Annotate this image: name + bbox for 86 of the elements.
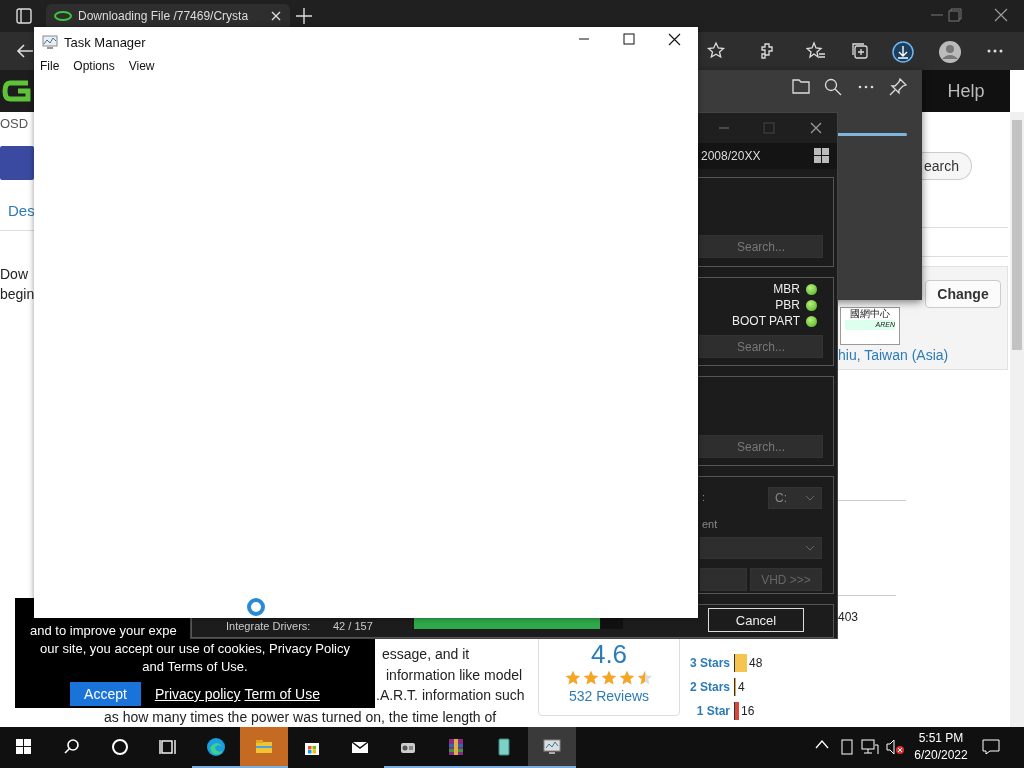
- change-button[interactable]: Change: [925, 280, 1001, 308]
- download-favicon-icon: [54, 10, 72, 21]
- close-icon[interactable]: [668, 33, 681, 46]
- os-version-text: 2008/20XX: [701, 149, 761, 163]
- search-button[interactable]: Search...: [699, 235, 823, 258]
- site-label: OSD: [0, 116, 29, 131]
- description-text: .A.R.T. information such: [376, 687, 525, 703]
- description-text: as how many times the power was turned on, the time length of: [104, 709, 497, 725]
- path-field[interactable]: [700, 568, 747, 591]
- rating-count: 403: [838, 610, 859, 624]
- circle-icon: [110, 736, 130, 757]
- chevron-down-icon: [805, 545, 815, 551]
- partition-label: PBR: [775, 298, 800, 312]
- network-icon[interactable]: [861, 739, 879, 755]
- restore-icon[interactable]: [948, 8, 962, 22]
- star-icon: [583, 670, 599, 686]
- star-filter-link[interactable]: 3 Stars: [660, 656, 730, 670]
- star-icon: [565, 670, 581, 686]
- profile-avatar-icon[interactable]: [939, 41, 961, 63]
- progress-label: Integrate Drivers:: [226, 620, 311, 632]
- vhd-button[interactable]: VHD >>>: [750, 568, 822, 591]
- partition-label: MBR: [773, 282, 800, 296]
- progress-count: 42 / 157: [333, 620, 373, 632]
- start-icon: [14, 736, 34, 757]
- menu-item[interactable]: File: [34, 57, 66, 75]
- taskbar-button[interactable]: [528, 727, 576, 768]
- notifications-icon[interactable]: [982, 739, 1000, 755]
- search-icon[interactable]: [824, 78, 842, 96]
- intro-text: Dow: [0, 265, 29, 284]
- search-button[interactable]: Search...: [699, 335, 823, 358]
- help-link[interactable]: Help: [922, 70, 1010, 112]
- pin-icon[interactable]: [889, 78, 907, 96]
- policy-link[interactable]: Term of Use: [244, 686, 320, 702]
- star-icon: [637, 670, 653, 686]
- menu-item[interactable]: Options: [67, 57, 121, 75]
- cookie-text: our site, you accept our use of cookies, Privacy Policy: [40, 640, 350, 658]
- monitor-chart-icon: [42, 34, 58, 50]
- rating-count: 48: [749, 656, 763, 670]
- cancel-button[interactable]: Cancel: [708, 608, 804, 632]
- maximize-icon[interactable]: [623, 33, 635, 45]
- description-text: essage, and it: [382, 646, 470, 662]
- tabs-icon[interactable]: [16, 8, 32, 24]
- nav-link[interactable]: Des: [8, 202, 35, 219]
- clock[interactable]: 5:51 PM 6/20/2022: [910, 730, 972, 764]
- add-favorite-icon[interactable]: [706, 41, 726, 61]
- target-label: ent: [702, 518, 718, 530]
- collections-icon[interactable]: [850, 41, 870, 61]
- cookie-text: and to improve your expe: [30, 622, 177, 640]
- star-icon: [601, 670, 617, 686]
- drive-label: :: [702, 491, 706, 503]
- drive-dropdown[interactable]: C:: [768, 487, 822, 509]
- monitor-chart-icon: [542, 736, 562, 757]
- menu-item[interactable]: View: [122, 57, 161, 75]
- rating-score: 4.6: [590, 640, 628, 668]
- folder-icon[interactable]: [792, 78, 810, 94]
- star-filter-link[interactable]: 2 Stars: [660, 680, 730, 694]
- window-title: Task Manager: [64, 34, 146, 50]
- star-icon: [619, 670, 635, 686]
- partition-label: BOOT PART: [732, 314, 800, 328]
- star-filter-link[interactable]: 1 Star: [660, 704, 730, 718]
- chevron-up-icon[interactable]: [815, 739, 829, 749]
- muted-speaker-icon[interactable]: [886, 739, 904, 755]
- reviews-link[interactable]: 532 Reviews: [568, 688, 650, 704]
- mirror-location-link[interactable]: hiu, Taiwan (Asia): [838, 347, 949, 363]
- search-button[interactable]: earch: [922, 152, 972, 180]
- chevron-down-icon: [805, 495, 815, 501]
- close-icon[interactable]: [994, 8, 1008, 22]
- accept-button[interactable]: Accept: [70, 682, 141, 706]
- search-button[interactable]: Search...: [699, 435, 823, 458]
- rating-count: 4: [738, 680, 745, 694]
- favorites-icon[interactable]: [806, 41, 826, 61]
- download-icon[interactable]: [892, 41, 914, 63]
- description-text: information like model: [386, 667, 523, 683]
- browser-tab[interactable]: Downloading File /77469/Crysta: [46, 4, 290, 27]
- tablet-mode-icon[interactable]: [841, 739, 853, 755]
- scrollbar-thumb[interactable]: [1012, 120, 1022, 350]
- browser-icon: [206, 736, 226, 757]
- intro-text: begin: [0, 285, 35, 304]
- policy-link[interactable]: Privacy policy: [154, 686, 241, 702]
- close-icon[interactable]: [810, 122, 822, 134]
- app-logo-icon: [0, 146, 34, 180]
- rating-count: 16: [741, 704, 755, 718]
- archive-books-icon: [446, 736, 466, 757]
- new-tab-icon[interactable]: [294, 6, 314, 26]
- cookie-text: and Terms of Use.: [142, 658, 248, 676]
- windows-logo-icon: [814, 148, 829, 163]
